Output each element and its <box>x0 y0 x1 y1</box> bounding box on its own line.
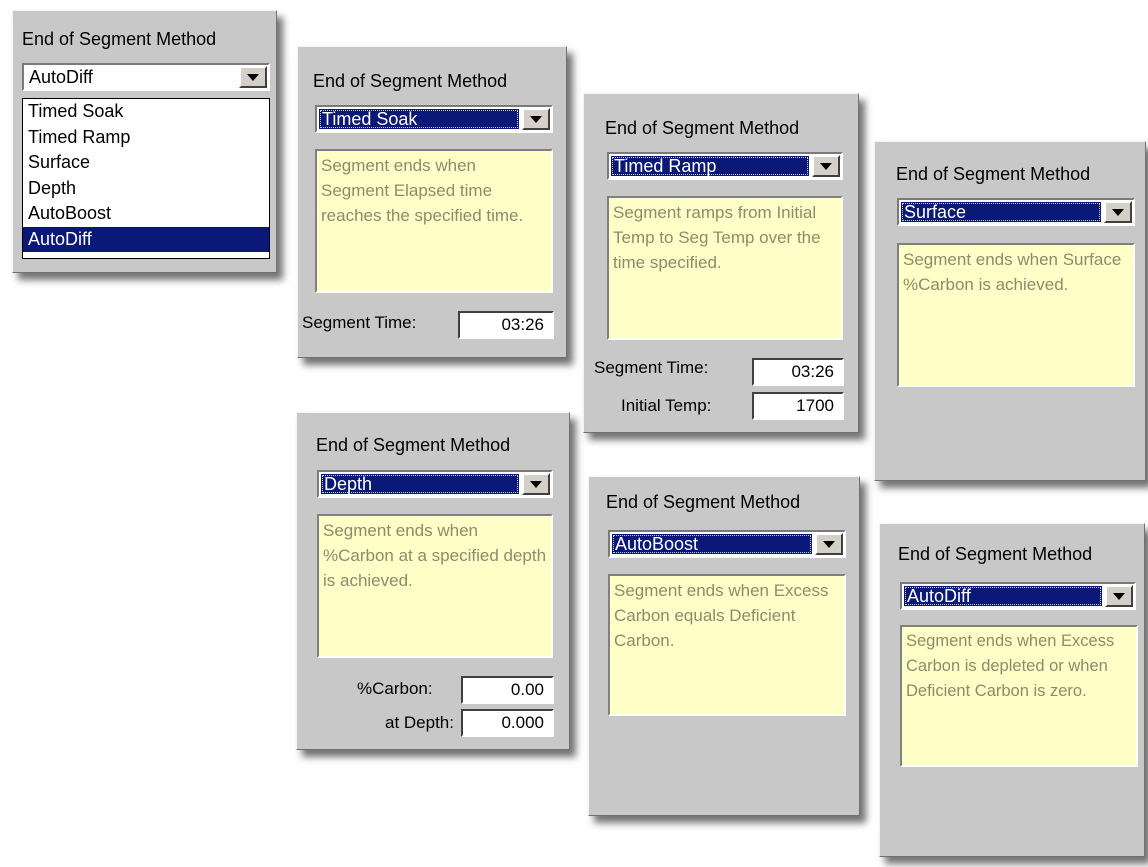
method-select-value: AutoDiff <box>904 586 1102 606</box>
panel-title: End of Segment Method <box>605 118 800 138</box>
dropdown-button[interactable] <box>1104 201 1132 223</box>
segment-time-label: Segment Time: <box>302 313 417 332</box>
method-description: Segment ends when %Carbon at a specified… <box>317 514 553 658</box>
dropdown-button[interactable] <box>239 66 267 88</box>
panel-depth: End of Segment Method Depth Segment ends… <box>296 412 570 750</box>
method-options-list: Timed Soak Timed Ramp Surface Depth Auto… <box>22 98 270 259</box>
method-select[interactable]: AutoDiff <box>900 582 1136 610</box>
method-description: Segment ends when Excess Carbon is deple… <box>900 625 1138 767</box>
chevron-down-icon <box>823 540 835 548</box>
dropdown-button[interactable] <box>522 473 550 495</box>
chevron-down-icon <box>247 73 259 81</box>
option-autodiff[interactable]: AutoDiff <box>23 226 269 252</box>
chevron-down-icon <box>1113 592 1125 600</box>
panel-title: End of Segment Method <box>606 492 801 512</box>
chevron-down-icon <box>820 162 832 170</box>
dropdown-button[interactable] <box>1105 585 1133 607</box>
method-select[interactable]: Surface <box>897 198 1135 226</box>
panel-title: End of Segment Method <box>22 29 217 49</box>
panel-autoboost: End of Segment Method AutoBoost Segment … <box>588 476 860 816</box>
method-select[interactable]: Timed Ramp <box>607 152 843 180</box>
depth-label: at Depth: <box>385 713 454 732</box>
segment-time-label: Segment Time: <box>594 358 709 377</box>
option-depth[interactable]: Depth <box>23 176 269 202</box>
chevron-down-icon <box>1112 208 1124 216</box>
panel-title: End of Segment Method <box>896 164 1091 184</box>
option-autoboost[interactable]: AutoBoost <box>23 201 269 227</box>
dropdown-button[interactable] <box>522 108 550 130</box>
method-select[interactable]: Timed Soak <box>315 105 553 133</box>
method-select[interactable]: AutoDiff <box>22 63 270 91</box>
method-select-value: AutoDiff <box>29 67 93 87</box>
segment-time-input[interactable]: 03:26 <box>752 358 844 386</box>
chevron-down-icon <box>530 115 542 123</box>
panel-timed-soak: End of Segment Method Timed Soak Segment… <box>297 46 567 358</box>
chevron-down-icon <box>530 480 542 488</box>
carbon-input[interactable]: 0.00 <box>461 676 554 704</box>
method-description: Segment ends when Segment Elapsed time r… <box>315 149 553 293</box>
initial-temp-label: Initial Temp: <box>621 396 712 415</box>
dropdown-button[interactable] <box>812 155 840 177</box>
panel-surface: End of Segment Method Surface Segment en… <box>874 141 1146 481</box>
option-surface[interactable]: Surface <box>23 150 269 176</box>
carbon-label: %Carbon: <box>357 679 433 698</box>
depth-input[interactable]: 0.000 <box>461 709 554 737</box>
option-timed-soak[interactable]: Timed Soak <box>23 99 269 125</box>
panel-dropdown-open: End of Segment Method AutoDiff Timed Soa… <box>12 10 277 273</box>
method-select-value: Surface <box>901 202 1101 222</box>
method-select-value: Timed Soak <box>319 109 519 129</box>
method-description: Segment ramps from Initial Temp to Seg T… <box>607 196 843 340</box>
method-select-value: AutoBoost <box>612 534 812 554</box>
panel-title: End of Segment Method <box>313 71 508 91</box>
panel-timed-ramp: End of Segment Method Timed Ramp Segment… <box>583 93 859 433</box>
panel-title: End of Segment Method <box>898 544 1093 564</box>
panel-title: End of Segment Method <box>316 435 511 455</box>
option-timed-ramp[interactable]: Timed Ramp <box>23 125 269 151</box>
method-select-value: Timed Ramp <box>611 156 809 176</box>
initial-temp-input[interactable]: 1700 <box>752 392 844 420</box>
method-select-value: Depth <box>321 474 519 494</box>
panel-autodiff: End of Segment Method AutoDiff Segment e… <box>879 523 1145 857</box>
method-description: Segment ends when Excess Carbon equals D… <box>608 574 846 716</box>
method-select[interactable]: AutoBoost <box>608 530 846 558</box>
segment-time-input[interactable]: 03:26 <box>458 311 554 339</box>
method-select[interactable]: Depth <box>317 470 553 498</box>
dropdown-button[interactable] <box>815 533 843 555</box>
method-description: Segment ends when Surface %Carbon is ach… <box>897 243 1135 387</box>
